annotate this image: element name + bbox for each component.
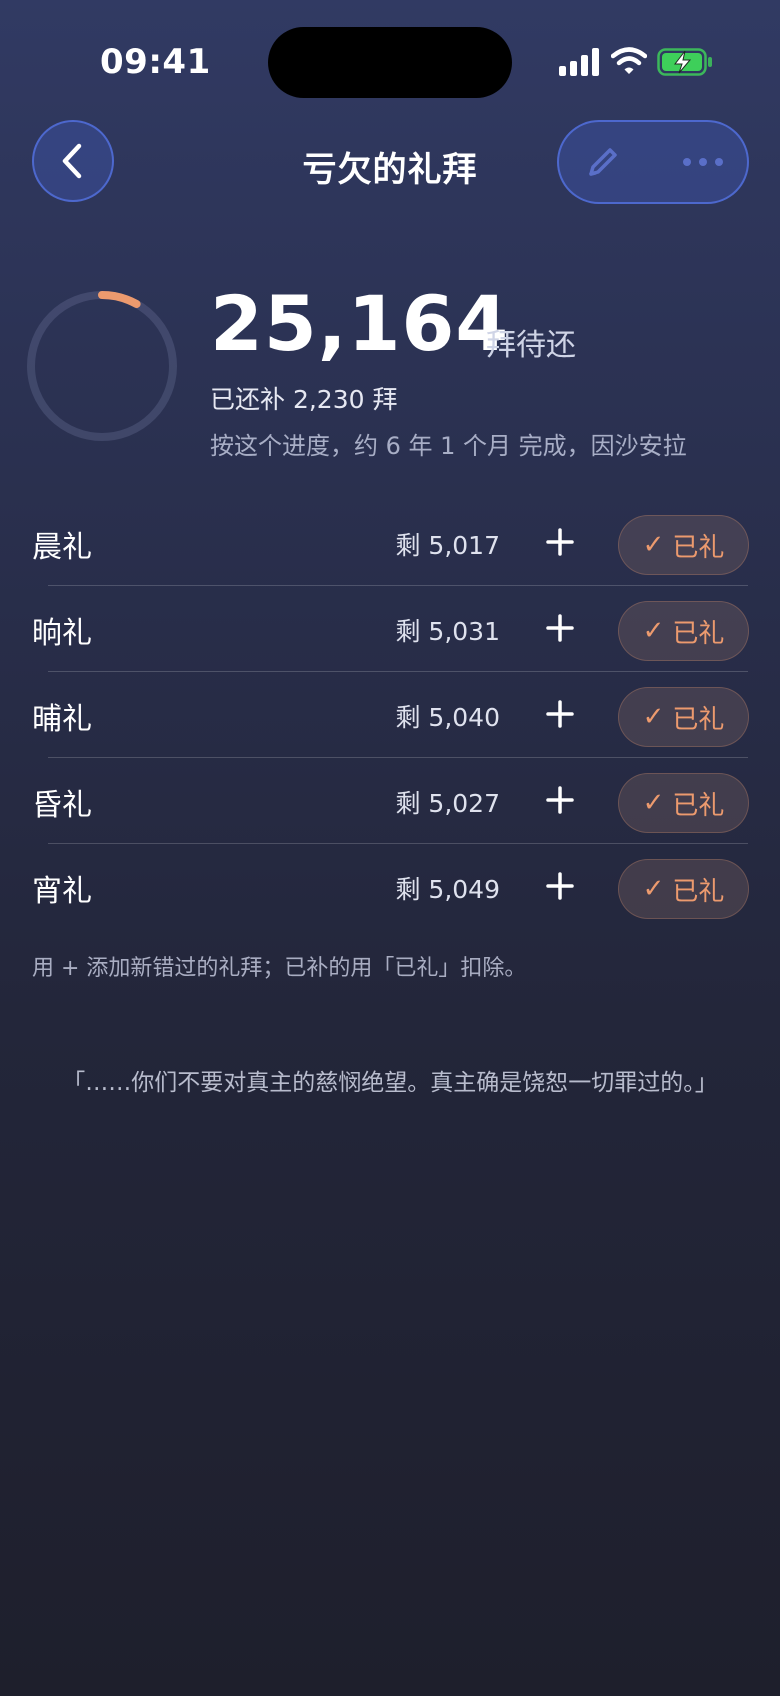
checkmark-icon: ✓	[642, 702, 665, 732]
prayer-row-fajr: 晨礼 剩 5,017 ✓ 已礼	[0, 500, 780, 586]
checkmark-icon: ✓	[642, 616, 665, 646]
add-missed-button[interactable]	[540, 522, 580, 562]
prayer-name: 晌礼	[32, 616, 92, 651]
plus-icon	[546, 700, 574, 728]
status-bar: 09:41	[0, 0, 780, 110]
mark-done-button[interactable]: ✓ 已礼	[618, 859, 749, 919]
done-label: 已礼	[672, 790, 725, 821]
wifi-icon	[611, 47, 647, 74]
mark-done-button[interactable]: ✓ 已礼	[618, 687, 749, 747]
dynamic-island	[268, 27, 512, 98]
quran-quote: 「……你们不要对真主的慈悯绝望。真主确是饶恕一切罪过的。」	[62, 1070, 718, 1096]
projection-text: 按这个进度，约 6 年 1 个月 完成，因沙安拉	[210, 432, 687, 460]
remaining-count: 剩 5,040	[395, 703, 500, 732]
add-missed-button[interactable]	[540, 866, 580, 906]
prayer-name: 晨礼	[32, 530, 92, 565]
prayer-row-asr: 晡礼 剩 5,040 ✓ 已礼	[0, 672, 780, 758]
remaining-count: 剩 5,049	[395, 875, 500, 904]
prayer-row-maghrib: 昏礼 剩 5,027 ✓ 已礼	[0, 758, 780, 844]
done-label: 已礼	[672, 532, 725, 563]
prayer-name: 晡礼	[32, 702, 92, 737]
mark-done-button[interactable]: ✓ 已礼	[618, 773, 749, 833]
debt-summary: 25,164 拜待还 已还补 2,230 拜 按这个进度，约 6 年 1 个月 …	[0, 280, 780, 460]
more-button[interactable]	[679, 144, 727, 180]
cellular-signal-icon	[559, 48, 599, 76]
prayer-row-isha: 宵礼 剩 5,049 ✓ 已礼	[0, 844, 780, 930]
plus-icon	[546, 528, 574, 556]
done-label: 已礼	[672, 704, 725, 735]
pending-unit: 拜待还	[486, 328, 576, 363]
mark-done-button[interactable]: ✓ 已礼	[618, 515, 749, 575]
prayer-row-dhuhr: 晌礼 剩 5,031 ✓ 已礼	[0, 586, 780, 672]
prayer-name: 宵礼	[32, 874, 92, 909]
pending-count: 25,164	[210, 279, 510, 368]
remaining-count: 剩 5,031	[395, 617, 500, 646]
checkmark-icon: ✓	[642, 874, 665, 904]
done-label: 已礼	[672, 618, 725, 649]
actions-pill	[557, 120, 749, 204]
repaid-text: 已还补 2,230 拜	[210, 385, 398, 414]
edit-button[interactable]	[581, 140, 625, 184]
battery-charging-icon	[657, 48, 712, 76]
add-missed-button[interactable]	[540, 780, 580, 820]
plus-icon	[546, 786, 574, 814]
prayer-list: 晨礼 剩 5,017 ✓ 已礼 晌礼 剩 5,031 ✓ 已礼 晡礼 剩 5,0…	[0, 500, 780, 930]
usage-hint: 用 + 添加新错过的礼拜；已补的用「已礼」扣除。	[32, 956, 527, 981]
plus-icon	[546, 872, 574, 900]
mark-done-button[interactable]: ✓ 已礼	[618, 601, 749, 661]
checkmark-icon: ✓	[642, 788, 665, 818]
remaining-count: 剩 5,017	[395, 531, 500, 560]
progress-ring	[27, 291, 177, 441]
add-missed-button[interactable]	[540, 694, 580, 734]
pencil-icon	[589, 148, 617, 176]
add-missed-button[interactable]	[540, 608, 580, 648]
more-dots-icon	[683, 158, 723, 166]
navigation-bar: 亏欠的礼拜	[0, 120, 780, 206]
checkmark-icon: ✓	[642, 530, 665, 560]
status-time: 09:41	[100, 42, 211, 82]
done-label: 已礼	[672, 876, 725, 907]
plus-icon	[546, 614, 574, 642]
remaining-count: 剩 5,027	[395, 789, 500, 818]
prayer-name: 昏礼	[32, 788, 92, 823]
